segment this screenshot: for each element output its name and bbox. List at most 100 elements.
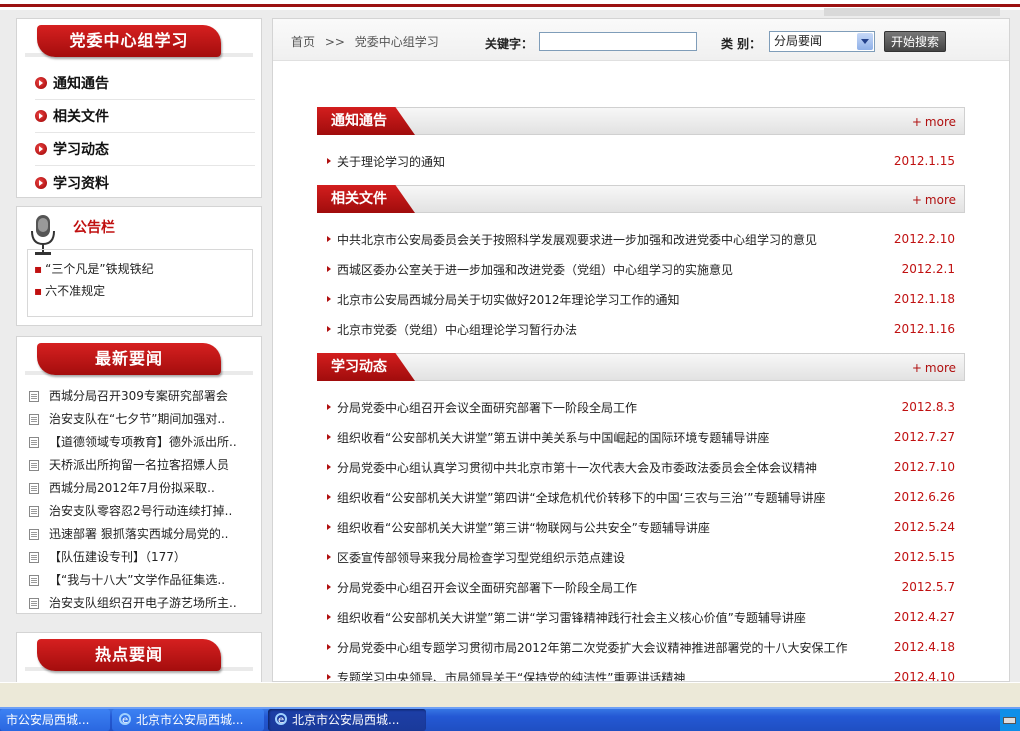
more-link[interactable]: + more [912, 115, 956, 129]
more-link[interactable]: + more [912, 193, 956, 207]
more-label: more [924, 115, 956, 129]
breadcrumb: 首页 >> 党委中心组学习 [291, 33, 445, 50]
notice-board-title: 公告栏 [73, 220, 115, 236]
top-border [0, 0, 1020, 16]
system-tray [1000, 709, 1020, 731]
menu-item-documents[interactable]: 相关文件 [35, 100, 255, 133]
document-icon [29, 575, 39, 586]
row-title: 专题学习中央领导、市局领导关于“保持党的纯洁性”重要讲话精神 [337, 670, 686, 682]
news-list: 西城分局召开309专案研究部署会 治安支队在“七夕节”期间加强对.. 【道德领域… [29, 385, 257, 615]
top-gray-strip [824, 8, 1000, 16]
document-icon [29, 391, 39, 402]
table-row[interactable]: 分局党委中心组召开会议全面研究部署下一阶段全局工作 2012.8.3 [327, 397, 955, 417]
table-row[interactable]: 分局党委中心组认真学习贯彻中共北京市第十一次代表大会及市委政法委员会全体会议精神… [327, 457, 955, 477]
row-title: 组织收看“公安部机关大讲堂”第五讲中美关系与中国崛起的国际环境专题辅导讲座 [337, 430, 770, 445]
breadcrumb-separator: >> [324, 35, 345, 49]
category-select[interactable]: 分局要闻 [769, 31, 875, 52]
row-date: 2012.5.15 [893, 550, 955, 564]
more-link[interactable]: + more [912, 361, 956, 375]
arrow-bullet-icon [327, 554, 331, 560]
plus-icon: + [911, 193, 922, 207]
menu-item-notices[interactable]: 通知通告 [35, 67, 255, 100]
breadcrumb-current: 党委中心组学习 [354, 35, 439, 49]
taskbar-button-active[interactable]: e 北京市公安局西城... [268, 709, 426, 731]
arrow-bullet-icon [327, 296, 331, 302]
table-row[interactable]: 组织收看“公安部机关大讲堂”第三讲“物联网与公共安全”专题辅导讲座 2012.5.… [327, 517, 955, 537]
arrow-bullet-icon [327, 266, 331, 272]
table-row[interactable]: 组织收看“公安部机关大讲堂”第五讲中美关系与中国崛起的国际环境专题辅导讲座 201… [327, 427, 955, 447]
news-item-label: 【队伍建设专刊】（177） [49, 550, 186, 564]
arrow-bullet-icon [327, 236, 331, 242]
dropdown-arrow-icon[interactable] [857, 33, 873, 50]
section-header-documents: 相关文件 + more [317, 185, 965, 213]
table-row[interactable]: 北京市党委（党组）中心组理论学习暂行办法 2012.1.16 [327, 319, 955, 339]
arrow-bullet-icon [327, 614, 331, 620]
table-row[interactable]: 北京市公安局西城分局关于切实做好2012年理论学习工作的通知 2012.1.18 [327, 289, 955, 309]
list-item[interactable]: 治安支队零容忍2号行动连续打掉.. [29, 500, 257, 523]
table-row[interactable]: 中共北京市公安局委员会关于按照科学发展观要求进一步加强和改进党委中心组学习的意见… [327, 229, 955, 249]
document-icon [29, 460, 39, 471]
taskbar-button[interactable]: e 北京市公安局西城... [112, 709, 264, 731]
row-title: 分局党委中心组认真学习贯彻中共北京市第十一次代表大会及市委政法委员会全体会议精神 [337, 460, 818, 475]
table-row[interactable]: 区委宣传部领导来我分局检查学习型党组织示范点建设 2012.5.15 [327, 547, 955, 567]
sidebar-study-box: 党委中心组学习 通知通告 相关文件 学习动态 学习资料 [16, 18, 262, 198]
arrow-bullet-icon [327, 524, 331, 530]
menu-item-materials[interactable]: 学习资料 [35, 166, 255, 199]
main-content: 首页 >> 党委中心组学习 关键字： 类 别： 分局要闻 开始搜索 通知通告 +… [272, 18, 1010, 682]
notice-item[interactable]: ▪ “三个凡是”铁规铁纪 [34, 258, 246, 280]
arrow-bullet-icon [327, 464, 331, 470]
keyboard-icon[interactable] [1003, 717, 1016, 724]
menu-item-label: 学习动态 [53, 142, 109, 158]
list-item[interactable]: 治安支队组织召开电子游艺场所主.. [29, 592, 257, 615]
menu-item-updates[interactable]: 学习动态 [35, 133, 255, 166]
document-icon [29, 529, 39, 540]
list-item[interactable]: 【队伍建设专刊】（177） [29, 546, 257, 569]
breadcrumb-home[interactable]: 首页 [291, 35, 315, 49]
svg-text:e: e [278, 715, 284, 726]
ie-browser-icon: e [119, 713, 131, 726]
document-icon [29, 552, 39, 563]
arrow-bullet-icon [327, 434, 331, 440]
row-title: 组织收看“公安部机关大讲堂”第三讲“物联网与公共安全”专题辅导讲座 [337, 520, 710, 535]
arrow-bullet-icon [327, 326, 331, 332]
news-item-label: 西城分局召开309专案研究部署会 [49, 389, 228, 403]
notice-item[interactable]: ▪ 六不准规定 [34, 280, 246, 302]
section-header-updates: 学习动态 + more [317, 353, 965, 381]
table-row[interactable]: 组织收看“公安部机关大讲堂”第四讲“全球危机代价转移下的中国‘三农与三治’”专题… [327, 487, 955, 507]
news-item-label: 天桥派出所拘留一名拉客招嫖人员 [49, 458, 230, 472]
row-title: 关于理论学习的通知 [337, 154, 446, 169]
news-item-label: 【道德领域专项教育】德外派出所.. [49, 435, 237, 449]
study-box-title: 党委中心组学习 [37, 25, 221, 57]
row-date: 2012.2.1 [901, 262, 955, 276]
row-date: 2012.5.24 [893, 520, 955, 534]
list-item[interactable]: 天桥派出所拘留一名拉客招嫖人员 [29, 454, 257, 477]
list-item[interactable]: 西城分局2012年7月份拟采取.. [29, 477, 257, 500]
table-row[interactable]: 分局党委中心组召开会议全面研究部署下一阶段全局工作 2012.5.7 [327, 577, 955, 597]
row-date: 2012.5.7 [901, 580, 955, 594]
table-row[interactable]: 分局党委中心组专题学习贯彻市局2012年第二次党委扩大会议精神推进部署党的十八大… [327, 637, 955, 657]
table-row[interactable]: 关于理论学习的通知 2012.1.15 [327, 151, 955, 171]
table-row[interactable]: 西城区委办公室关于进一步加强和改进党委（党组）中心组学习的实施意见 2012.2.… [327, 259, 955, 279]
list-item[interactable]: 治安支队在“七夕节”期间加强对.. [29, 408, 257, 431]
bullet-icon: ▪ [34, 284, 43, 298]
row-date: 2012.1.16 [893, 322, 955, 336]
keyword-input[interactable] [539, 32, 697, 51]
search-button[interactable]: 开始搜索 [884, 31, 946, 52]
search-bar: 首页 >> 党委中心组学习 关键字： 类 别： 分局要闻 开始搜索 [273, 19, 1009, 61]
list-item[interactable]: 【道德领域专项教育】德外派出所.. [29, 431, 257, 454]
plus-icon: + [911, 115, 922, 129]
list-item[interactable]: 迅速部署 狠抓落实西城分局党的.. [29, 523, 257, 546]
row-date: 2012.1.15 [893, 154, 955, 168]
row-title: 中共北京市公安局委员会关于按照科学发展观要求进一步加强和改进党委中心组学习的意见 [337, 232, 818, 247]
bullet-icon [35, 77, 47, 89]
bullet-icon [35, 176, 47, 189]
row-title: 西城区委办公室关于进一步加强和改进党委（党组）中心组学习的实施意见 [337, 262, 734, 277]
taskbar-button[interactable]: 市公安局西城... [0, 709, 110, 731]
notice-list: ▪ “三个凡是”铁规铁纪 ▪ 六不准规定 [27, 249, 253, 317]
table-row[interactable]: 专题学习中央领导、市局领导关于“保持党的纯洁性”重要讲话精神 2012.4.10 [327, 667, 955, 682]
list-item[interactable]: 【“我与十八大”文学作品征集选.. [29, 569, 257, 592]
list-item[interactable]: 西城分局召开309专案研究部署会 [29, 385, 257, 408]
plus-icon: + [911, 361, 922, 375]
table-row[interactable]: 组织收看“公安部机关大讲堂”第二讲“学习雷锋精神践行社会主义核心价值”专题辅导讲… [327, 607, 955, 627]
notice-item-label: “三个凡是”铁规铁纪 [45, 262, 154, 276]
